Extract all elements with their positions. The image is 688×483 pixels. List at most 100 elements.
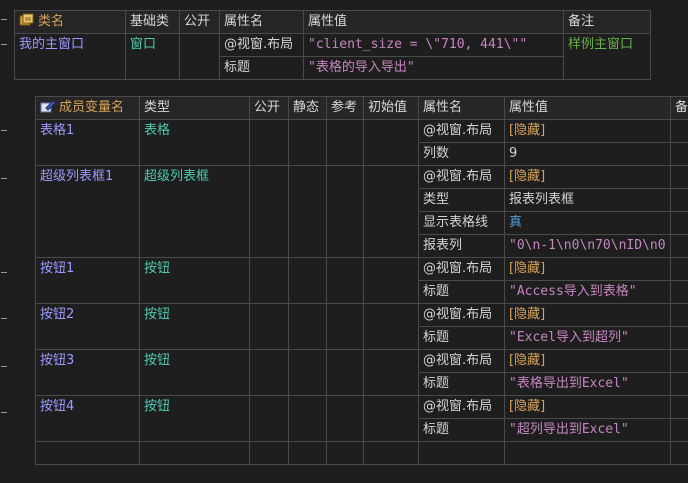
fold-marker[interactable] <box>1 44 7 45</box>
public-cell[interactable] <box>249 303 289 350</box>
member-type-cell[interactable]: 按钮 <box>139 395 250 442</box>
member-name-cell[interactable]: 超级列表框1 <box>35 165 140 258</box>
remark-cell[interactable] <box>670 211 688 235</box>
public-cell[interactable] <box>179 33 220 80</box>
prop-name-cell[interactable]: 列数 <box>418 142 505 166</box>
prop-value-cell[interactable]: "Access导入到表格" <box>504 280 671 304</box>
remark-cell[interactable] <box>670 280 688 304</box>
prop-name-cell[interactable]: @视窗.布局 <box>219 33 304 57</box>
fold-marker[interactable] <box>1 178 7 179</box>
empty-cell[interactable] <box>504 441 671 465</box>
class-name-header[interactable]: 类名 <box>14 10 126 34</box>
prop-name-cell[interactable]: 标题 <box>219 56 304 80</box>
fold-marker[interactable] <box>1 318 7 319</box>
reference-cell[interactable] <box>326 303 364 350</box>
remark-cell[interactable] <box>670 372 688 396</box>
remark-cell[interactable] <box>670 349 688 373</box>
prop-name-cell[interactable]: @视窗.布局 <box>418 119 505 143</box>
reference-cell[interactable] <box>326 395 364 442</box>
member-type-cell[interactable]: 按钮 <box>139 349 250 396</box>
initial-value-cell[interactable] <box>363 165 419 258</box>
prop-name-header[interactable]: 属性名 <box>219 10 304 34</box>
member-type-cell[interactable]: 超级列表框 <box>139 165 250 258</box>
static-cell[interactable] <box>288 349 327 396</box>
prop-name-cell[interactable]: @视窗.布局 <box>418 257 505 281</box>
empty-cell[interactable] <box>326 441 364 465</box>
public-cell[interactable] <box>249 257 289 304</box>
public-cell[interactable] <box>249 119 289 166</box>
initial-value-cell[interactable] <box>363 119 419 166</box>
prop-value-cell[interactable]: [隐藏] <box>504 395 671 419</box>
remark-cell[interactable] <box>670 303 688 327</box>
prop-value-cell[interactable]: 9 <box>504 142 671 166</box>
public-cell[interactable] <box>249 349 289 396</box>
prop-name-cell[interactable]: 标题 <box>418 280 505 304</box>
member-type-cell[interactable]: 按钮 <box>139 257 250 304</box>
prop-value-cell[interactable]: [隐藏] <box>504 349 671 373</box>
prop-value-cell[interactable]: 真 <box>504 211 671 235</box>
remark-header[interactable]: 备注 <box>563 10 651 34</box>
initial-value-cell[interactable] <box>363 257 419 304</box>
prop-value-cell[interactable]: "表格导出到Excel" <box>504 372 671 396</box>
member-type-cell[interactable]: 表格 <box>139 119 250 166</box>
public-header[interactable]: 公开 <box>249 96 289 120</box>
remark-cell[interactable] <box>670 142 688 166</box>
reference-cell[interactable] <box>326 165 364 258</box>
empty-cell[interactable] <box>670 441 688 465</box>
prop-value-cell[interactable]: "Excel导入到超列" <box>504 326 671 350</box>
prop-name-header[interactable]: 属性名 <box>418 96 505 120</box>
prop-value-header[interactable]: 属性值 <box>504 96 671 120</box>
prop-name-cell[interactable]: 标题 <box>418 372 505 396</box>
prop-name-cell[interactable]: @视窗.布局 <box>418 165 505 189</box>
reference-cell[interactable] <box>326 257 364 304</box>
prop-value-cell[interactable]: "表格的导入导出" <box>303 56 564 80</box>
prop-name-cell[interactable]: 类型 <box>418 188 505 212</box>
empty-cell[interactable] <box>288 441 327 465</box>
empty-cell[interactable] <box>363 441 419 465</box>
initial-value-cell[interactable] <box>363 395 419 442</box>
initial-value-cell[interactable] <box>363 303 419 350</box>
member-name-header[interactable]: 成员变量名 <box>35 96 140 120</box>
prop-name-cell[interactable]: 标题 <box>418 326 505 350</box>
base-class-header[interactable]: 基础类 <box>125 10 180 34</box>
prop-value-cell[interactable]: "0\n-1\n0\n70\nID\n0 <box>504 234 671 258</box>
initial-value-cell[interactable] <box>363 349 419 396</box>
member-type-cell[interactable]: 按钮 <box>139 303 250 350</box>
reference-cell[interactable] <box>326 119 364 166</box>
member-name-cell[interactable]: 按钮4 <box>35 395 140 442</box>
empty-cell[interactable] <box>418 441 505 465</box>
public-cell[interactable] <box>249 395 289 442</box>
remark-cell[interactable] <box>670 165 688 189</box>
empty-cell[interactable] <box>35 441 140 465</box>
remark-cell[interactable] <box>670 418 688 442</box>
prop-value-cell[interactable]: [隐藏] <box>504 165 671 189</box>
member-name-cell[interactable]: 按钮3 <box>35 349 140 396</box>
public-cell[interactable] <box>249 165 289 258</box>
remark-cell[interactable] <box>670 188 688 212</box>
prop-value-cell[interactable]: "client_size = \"710, 441\"" <box>303 33 564 57</box>
remark-cell[interactable]: 样例主窗口 <box>563 33 651 80</box>
prop-value-cell[interactable]: [隐藏] <box>504 119 671 143</box>
remark-cell[interactable] <box>670 234 688 258</box>
static-cell[interactable] <box>288 257 327 304</box>
initial-value-header[interactable]: 初始值 <box>363 96 419 120</box>
empty-cell[interactable] <box>139 441 250 465</box>
fold-marker[interactable] <box>1 412 7 413</box>
prop-name-cell[interactable]: 报表列 <box>418 234 505 258</box>
fold-marker[interactable] <box>1 19 7 20</box>
remark-cell[interactable] <box>670 257 688 281</box>
member-name-cell[interactable]: 表格1 <box>35 119 140 166</box>
prop-name-cell[interactable]: 标题 <box>418 418 505 442</box>
reference-cell[interactable] <box>326 349 364 396</box>
empty-cell[interactable] <box>249 441 289 465</box>
static-cell[interactable] <box>288 165 327 258</box>
prop-value-cell[interactable]: [隐藏] <box>504 303 671 327</box>
fold-marker[interactable] <box>1 130 7 131</box>
member-name-cell[interactable]: 按钮1 <box>35 257 140 304</box>
type-header[interactable]: 类型 <box>139 96 250 120</box>
base-class-cell[interactable]: 窗口 <box>125 33 180 80</box>
static-cell[interactable] <box>288 119 327 166</box>
static-cell[interactable] <box>288 395 327 442</box>
fold-marker[interactable] <box>1 272 7 273</box>
prop-name-cell[interactable]: 显示表格线 <box>418 211 505 235</box>
